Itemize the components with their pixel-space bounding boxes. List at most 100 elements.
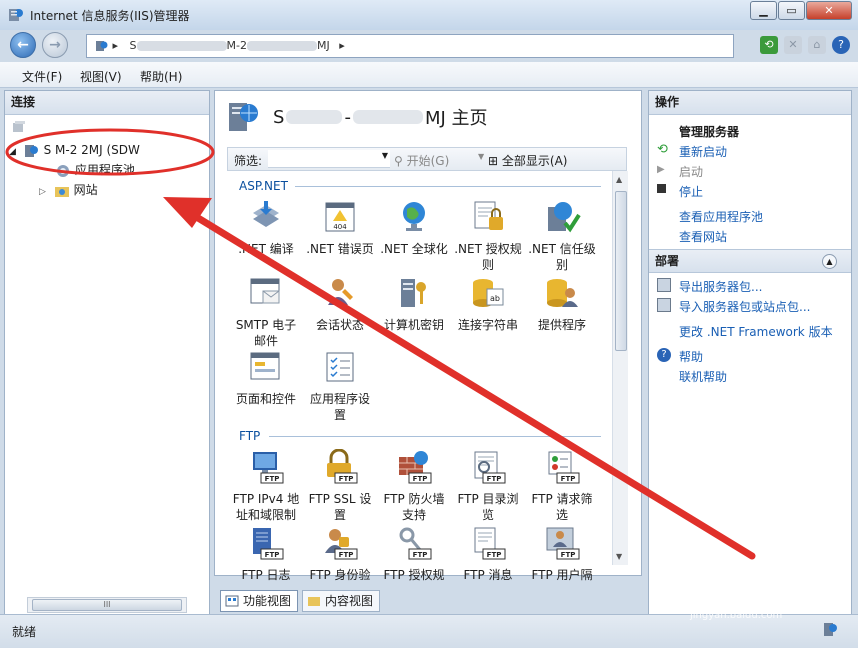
feature-smtp-email[interactable]: SMTP 电子 邮件 bbox=[231, 275, 301, 349]
filter-label: 筛选: bbox=[234, 154, 263, 168]
feature-ftp-logging[interactable]: FTP FTP 日志 bbox=[231, 525, 301, 583]
feature-connection-strings[interactable]: ab 连接字符串 bbox=[453, 275, 523, 333]
export-package-link[interactable]: 导出服务器包... bbox=[679, 278, 762, 295]
feature-ftp-ssl[interactable]: FTP FTP SSL 设 置 bbox=[305, 448, 375, 523]
feature-ftp-authentication[interactable]: FTP FTP 身份验 bbox=[305, 525, 375, 583]
tile-label: FTP 请求筛 bbox=[531, 492, 593, 506]
feature-ftp-firewall[interactable]: FTP FTP 防火墙 支持 bbox=[379, 449, 449, 523]
minimize-button[interactable]: ▁ bbox=[750, 1, 777, 20]
tree-item-server[interactable]: ◢ S M-2 2MJ (SDW bbox=[9, 141, 140, 159]
tile-label: FTP 身份验 bbox=[309, 568, 371, 582]
scroll-up-icon[interactable]: ▲ bbox=[616, 175, 622, 184]
feature-ftp-messages[interactable]: FTP FTP 消息 bbox=[453, 525, 523, 583]
filter-bar: 筛选: ▼ ⚲ 开始(G) ▼ ⊞ 全部显示(A) bbox=[227, 147, 627, 171]
import-package-link[interactable]: 导入服务器包或站点包... bbox=[679, 298, 810, 315]
app-pool-icon bbox=[57, 164, 69, 177]
home-icon[interactable]: ⌂ bbox=[808, 36, 826, 54]
server-icon bbox=[24, 144, 38, 157]
stop-link[interactable]: 停止 bbox=[679, 183, 703, 200]
menu-file[interactable]: 文件(F) bbox=[22, 68, 62, 85]
ftp-badge-text: FTP bbox=[265, 475, 280, 483]
feature-machine-key[interactable]: 计算机密钥 bbox=[379, 275, 449, 333]
go-button[interactable]: ⚲ 开始(G) bbox=[394, 152, 449, 169]
tab-features-view[interactable]: 功能视图 bbox=[220, 590, 299, 612]
filter-input[interactable]: ▼ bbox=[268, 150, 390, 168]
feature-ftp-user-isolation[interactable]: FTP FTP 用户隔 bbox=[527, 525, 597, 583]
collapse-chevron-icon[interactable]: ▲ bbox=[822, 254, 837, 269]
iis-app-icon bbox=[9, 9, 23, 21]
connections-header: 连接 bbox=[5, 91, 209, 115]
feature-net-trust-levels[interactable]: .NET 信任级 别 bbox=[527, 199, 597, 273]
redaction-blur bbox=[286, 110, 343, 124]
tile-label: SMTP 电子 bbox=[235, 318, 297, 332]
restart-link[interactable]: 重新启动 bbox=[679, 143, 727, 160]
deploy-header: 部署 ▲ bbox=[649, 249, 851, 273]
feature-session-state[interactable]: 会话状态 bbox=[305, 275, 375, 333]
horizontal-scrollbar[interactable]: III bbox=[27, 597, 187, 613]
tile-label: .NET 信任级 bbox=[528, 242, 596, 256]
view-app-pools-link[interactable]: 查看应用程序池 bbox=[679, 208, 763, 225]
close-button[interactable]: ✕ bbox=[806, 1, 852, 20]
expand-arrow-icon[interactable]: ▷ bbox=[39, 187, 46, 197]
feature-ftp-request-filtering[interactable]: FTP FTP 请求筛 选 bbox=[527, 449, 597, 523]
scroll-thumb[interactable] bbox=[615, 191, 627, 351]
vertical-scrollbar[interactable]: ▲ ▼ bbox=[612, 171, 628, 565]
stop-icon[interactable]: ✕ bbox=[784, 36, 802, 54]
watermark-url: jingyan.baidu.com bbox=[690, 610, 783, 621]
maximize-button[interactable]: ▭ bbox=[778, 1, 805, 20]
server-status-icon bbox=[824, 623, 837, 636]
tile-label: .NET 编译 bbox=[238, 242, 294, 256]
feature-pages-controls[interactable]: 页面和控件 bbox=[231, 349, 301, 407]
scroll-thumb[interactable]: III bbox=[32, 599, 182, 611]
page-title: S - MJ 主页 bbox=[227, 101, 488, 133]
feature-app-settings[interactable]: 应用程序设 置 bbox=[305, 349, 375, 423]
redaction-blur bbox=[246, 41, 317, 51]
help-link[interactable]: 帮助 bbox=[679, 348, 703, 365]
ftp-badge-text: FTP bbox=[487, 475, 502, 483]
menu-view[interactable]: 视图(V) bbox=[80, 68, 122, 85]
tile-label: .NET 授权规 bbox=[454, 242, 522, 256]
back-arrow-icon[interactable]: ← bbox=[10, 32, 36, 58]
tile-label: .NET 全球化 bbox=[380, 242, 448, 256]
content-view-icon bbox=[308, 597, 321, 606]
dropdown-arrow-icon[interactable]: ▼ bbox=[382, 151, 388, 160]
tab-content-view[interactable]: 内容视图 bbox=[302, 590, 381, 612]
address-separator: ▸ bbox=[112, 39, 119, 52]
navigation-bar: ← → ▸ S M-2 MJ ▸ ⟲ ✕ ⌂ ? bbox=[0, 30, 858, 62]
tile-label: 计算机密钥 bbox=[383, 318, 444, 332]
show-all-button[interactable]: ⊞ 全部显示(A) bbox=[488, 152, 567, 169]
view-sites-link[interactable]: 查看网站 bbox=[679, 228, 727, 245]
feature-net-authorization[interactable]: .NET 授权规 则 bbox=[453, 199, 523, 273]
error-code-text: 404 bbox=[333, 223, 347, 231]
tile-label: 连接字符串 bbox=[457, 318, 518, 332]
start-link[interactable]: 启动 bbox=[679, 163, 703, 180]
feature-net-error-pages[interactable]: 404 .NET 错误页 bbox=[305, 199, 375, 257]
online-help-link[interactable]: 联机帮助 bbox=[679, 368, 727, 385]
tree-item-sites[interactable]: ▷ 网站 bbox=[39, 181, 98, 199]
refresh-icon[interactable]: ⟲ bbox=[760, 36, 778, 54]
tree-item-app-pools[interactable]: 应用程序池 bbox=[55, 161, 135, 179]
menu-help[interactable]: 帮助(H) bbox=[140, 68, 182, 85]
manage-server-header: 管理服务器 bbox=[679, 125, 740, 139]
feature-ftp-directory-browsing[interactable]: FTP FTP 目录浏 览 bbox=[453, 449, 523, 523]
feature-providers[interactable]: 提供程序 bbox=[527, 275, 597, 333]
feature-net-globalization[interactable]: .NET 全球化 bbox=[379, 199, 449, 257]
feature-ftp-authorization[interactable]: FTP FTP 授权规 bbox=[379, 525, 449, 583]
feature-net-compilation[interactable]: .NET 编译 bbox=[231, 199, 301, 257]
go-dropdown-icon[interactable]: ▼ bbox=[478, 152, 484, 161]
export-package-icon bbox=[657, 278, 671, 292]
help-icon[interactable]: ? bbox=[832, 36, 850, 54]
app-settings-icon bbox=[326, 352, 354, 382]
tile-label-2: 别 bbox=[555, 258, 568, 272]
feature-ftp-ipv4[interactable]: FTP FTP IPv4 地 址和域限制 bbox=[231, 449, 301, 523]
connect-icon[interactable] bbox=[11, 119, 27, 135]
sites-folder-icon bbox=[54, 186, 69, 197]
tile-label-2: 置 bbox=[333, 508, 346, 522]
change-netfx-link[interactable]: 更改 .NET Framework 版本 bbox=[679, 323, 833, 340]
address-bar[interactable]: ▸ S M-2 MJ ▸ bbox=[86, 34, 734, 58]
tile-label: 提供程序 bbox=[537, 318, 586, 332]
collapse-arrow-icon[interactable]: ◢ bbox=[9, 147, 16, 157]
ftp-firewall-icon: FTP bbox=[399, 451, 432, 484]
scroll-down-icon[interactable]: ▼ bbox=[616, 552, 622, 561]
forward-arrow-icon[interactable]: → bbox=[42, 32, 68, 58]
